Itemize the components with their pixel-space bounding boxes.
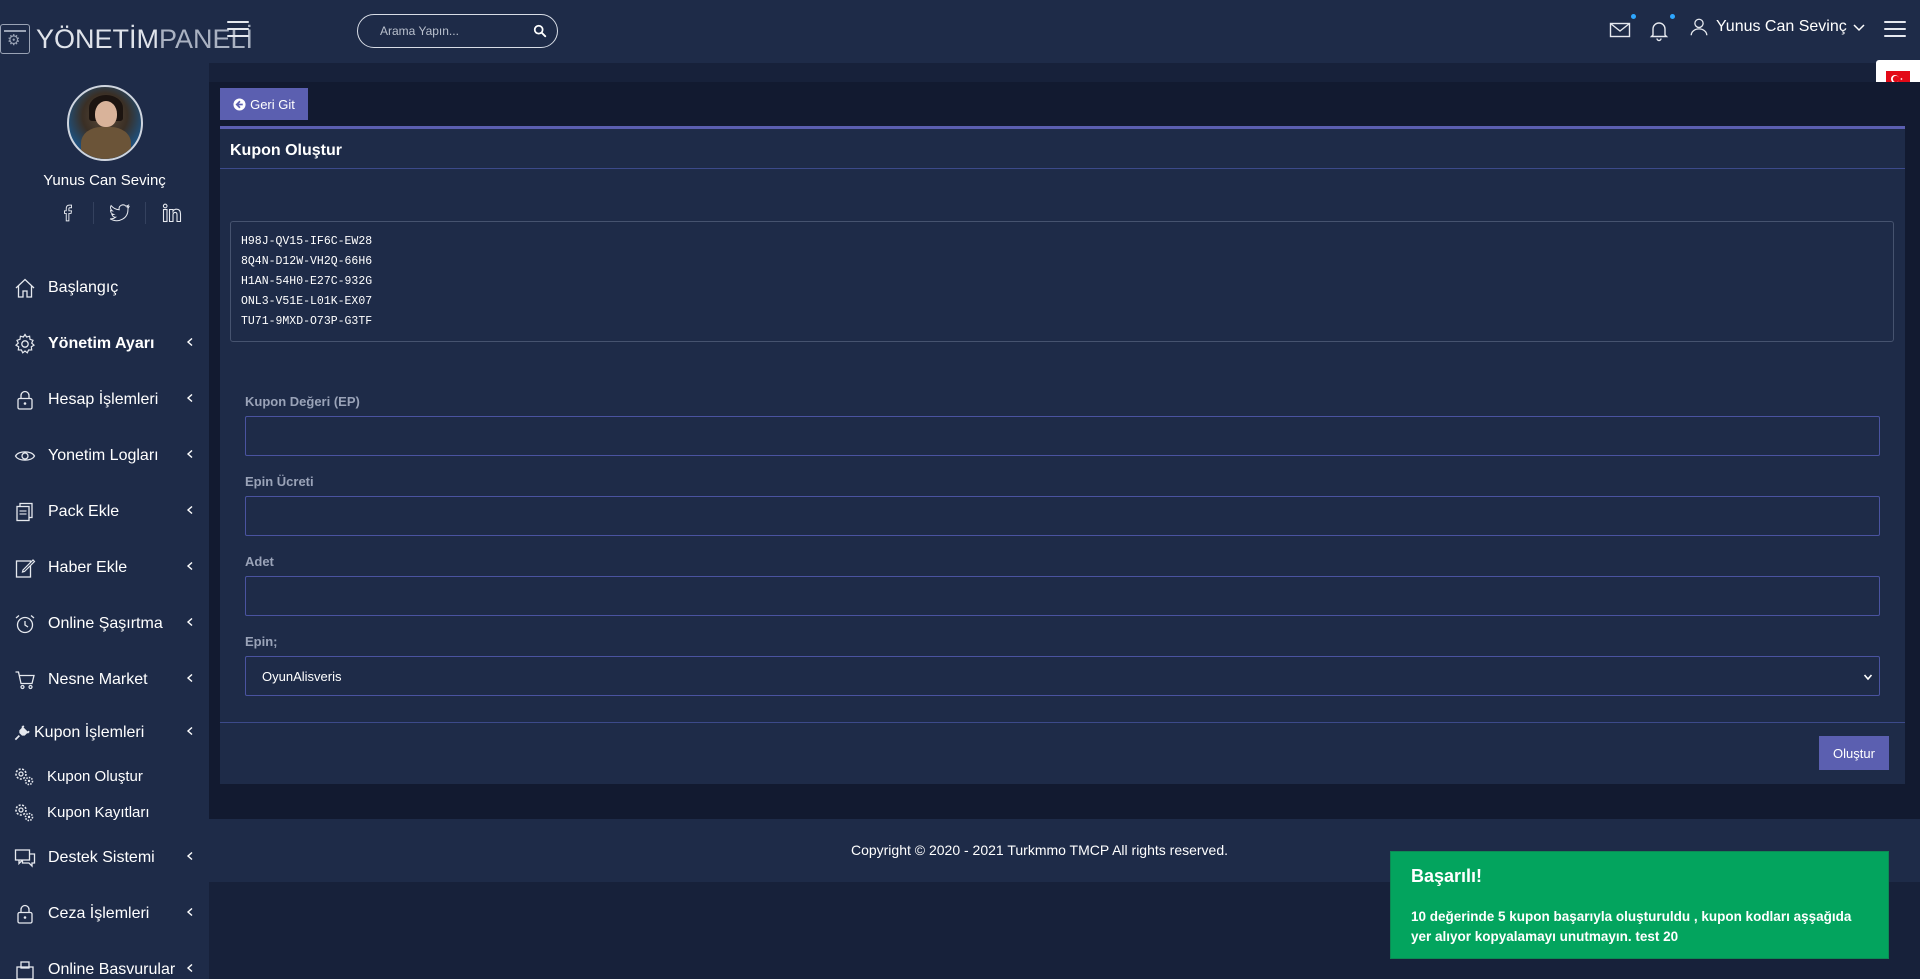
card-title: Kupon Oluştur: [230, 142, 342, 159]
sidebar-toggle-icon[interactable]: [227, 21, 249, 37]
chevron-left-icon: [186, 506, 193, 514]
sidebar-item-yonetim-loglari[interactable]: Yonetim Logları: [0, 428, 209, 484]
coupon-code: 8Q4N-D12W-VH2Q-66H6: [241, 255, 373, 268]
sidebar-subitem-kupon-kayitlari[interactable]: Kupon Kayıtları: [0, 794, 209, 830]
epin-price-label: Epin Ücreti: [245, 474, 314, 489]
gears-icon: [13, 765, 35, 787]
gears-icon: [13, 801, 35, 823]
logo[interactable]: YÖNETİMPANELİ: [0, 24, 253, 54]
divider: [220, 722, 1905, 723]
search-bar: [357, 14, 558, 48]
sidebar: Yunus Can Sevinç Başlangıç Yönetim Ayarı…: [0, 63, 209, 979]
chevron-left-icon: [186, 908, 193, 916]
inbox-icon: [14, 959, 36, 979]
chevron-left-icon: [186, 964, 193, 972]
alarm-clock-icon: [14, 613, 36, 635]
logo-text: YÖNETİMPANELİ: [36, 23, 254, 54]
sidebar-menu: Başlangıç Yönetim Ayarı Hesap İşlemleri …: [0, 260, 209, 979]
sidebar-item-yonetim-ayari[interactable]: Yönetim Ayarı: [0, 316, 209, 372]
epin-price-input[interactable]: [245, 496, 1880, 536]
gear-icon: [14, 333, 36, 355]
search-icon[interactable]: [533, 24, 547, 38]
avatar: [67, 85, 143, 161]
user-name: Yunus Can Sevinç: [1716, 18, 1847, 35]
sidebar-item-nesne-market[interactable]: Nesne Market: [0, 652, 209, 708]
chevron-left-icon: [186, 852, 193, 860]
divider: [220, 168, 1905, 169]
coupon-code: ONL3-V51E-L01K-EX07: [241, 295, 373, 308]
success-toast[interactable]: Başarılı! 10 değerinde 5 kupon başarıyla…: [1390, 851, 1889, 959]
chevron-left-icon: [186, 674, 193, 682]
arrow-circle-left-icon: [233, 97, 246, 111]
mail-notification-dot: [1631, 14, 1636, 19]
sidebar-item-pack-ekle[interactable]: Pack Ekle: [0, 484, 209, 540]
user-icon: [1690, 18, 1708, 36]
chevron-left-icon: [186, 562, 193, 570]
sidebar-item-hesap-islemleri[interactable]: Hesap İşlemleri: [0, 372, 209, 428]
coupon-codes-box[interactable]: H98J-QV15-IF6C-EW28 8Q4N-D12W-VH2Q-66H6 …: [230, 221, 1894, 342]
social-links: [42, 202, 198, 224]
quantity-label: Adet: [245, 554, 274, 569]
back-button[interactable]: Geri Git: [220, 88, 308, 120]
sidebar-subitem-kupon-olustur[interactable]: Kupon Oluştur: [0, 758, 209, 794]
sidebar-item-online-sasirtma[interactable]: Online Şaşırtma: [0, 596, 209, 652]
bell-icon[interactable]: [1647, 14, 1675, 42]
lock-icon: [14, 389, 36, 411]
linkedin-icon[interactable]: [146, 202, 198, 224]
files-icon: [14, 501, 36, 523]
search-input[interactable]: [380, 24, 530, 38]
coupon-code: H1AN-54H0-E27C-932G: [241, 275, 373, 288]
copyright-text: Copyright © 2020 - 2021 Turkmmo TMCP All…: [850, 842, 1229, 858]
menu-icon[interactable]: [1884, 21, 1906, 37]
sidebar-item-online-basvurular[interactable]: Online Basvurular: [0, 942, 209, 979]
sidebar-item-destek-sistemi[interactable]: Destek Sistemi: [0, 830, 209, 886]
bell-notification-dot: [1670, 14, 1675, 19]
twitter-icon[interactable]: [94, 202, 146, 224]
coupon-code: TU71-9MXD-O73P-G3TF: [241, 315, 373, 328]
chevron-left-icon: [186, 450, 193, 458]
sidebar-item-haber-ekle[interactable]: Haber Ekle: [0, 540, 209, 596]
sidebar-item-ceza-islemleri[interactable]: Ceza İşlemleri: [0, 886, 209, 942]
epin-select[interactable]: OyunAlisveris: [245, 656, 1880, 696]
chevron-down-icon: [1853, 24, 1865, 32]
lock-icon: [14, 903, 36, 925]
sidebar-user-name: Yunus Can Sevinç: [43, 172, 166, 189]
mail-icon[interactable]: [1608, 14, 1636, 42]
cart-icon: [14, 669, 36, 691]
coupon-card: Kupon Oluştur H98J-QV15-IF6C-EW28 8Q4N-D…: [220, 126, 1905, 784]
chat-icon: [14, 847, 36, 869]
quantity-input[interactable]: [245, 576, 1880, 616]
user-menu[interactable]: Yunus Can Sevinç: [1688, 16, 1865, 38]
chevron-left-icon: [186, 618, 193, 626]
coupon-value-input[interactable]: [245, 416, 1880, 456]
sidebar-item-baslangic[interactable]: Başlangıç: [0, 260, 209, 316]
toast-title: Başarılı!: [1411, 866, 1483, 886]
sidebar-item-kupon-islemleri[interactable]: Kupon İşlemleri: [0, 708, 209, 758]
epin-label: Epin;: [245, 634, 278, 649]
coupon-code: H98J-QV15-IF6C-EW28: [241, 235, 373, 248]
chevron-down-icon: [1863, 674, 1873, 681]
chevron-left-icon: [186, 338, 193, 346]
home-icon: [14, 277, 36, 299]
coupon-value-label: Kupon Değeri (EP): [245, 394, 360, 409]
eye-icon: [14, 445, 36, 467]
chevron-left-icon: [186, 727, 193, 735]
chevron-left-icon: [186, 394, 193, 402]
facebook-icon[interactable]: [42, 202, 94, 224]
logo-icon: [0, 24, 30, 54]
create-button[interactable]: Oluştur: [1819, 736, 1889, 770]
edit-icon: [14, 557, 36, 579]
top-bar: YÖNETİMPANELİ Yunus Can Sevinç: [0, 0, 1920, 63]
plug-icon: [14, 722, 30, 744]
toast-message: 10 değerinde 5 kupon başarıyla oluşturul…: [1411, 909, 1852, 944]
